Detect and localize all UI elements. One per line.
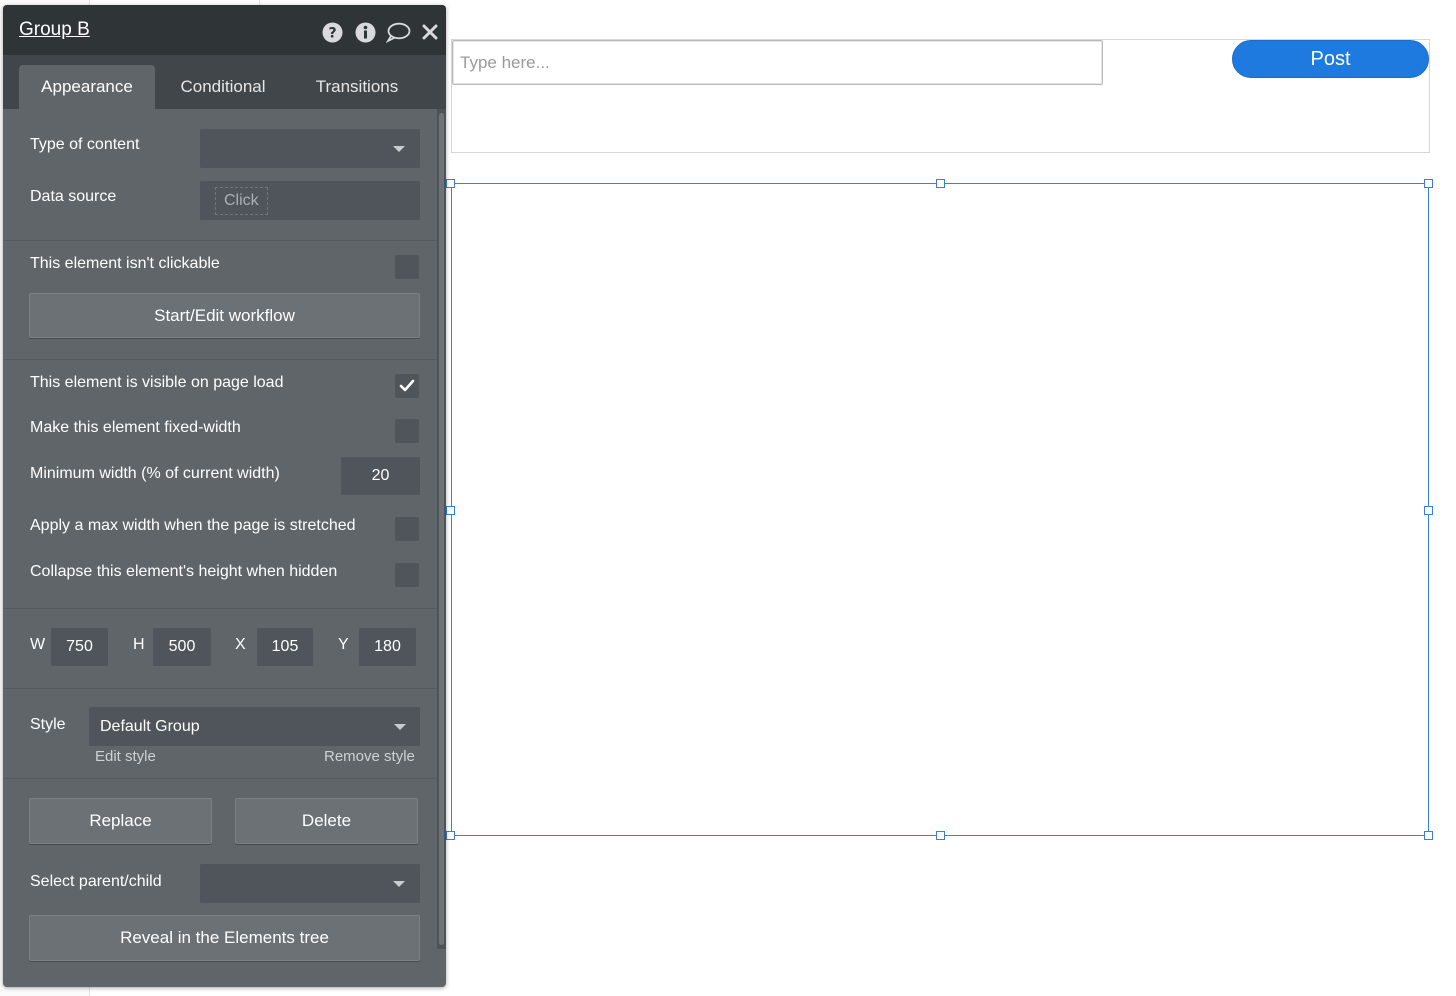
height-label: H — [133, 636, 145, 653]
x-label: X — [235, 636, 246, 653]
style-label: Style — [30, 716, 66, 733]
help-icon[interactable]: ? — [321, 21, 343, 43]
visible-on-load-label: This element is visible on page load — [30, 374, 284, 391]
x-input[interactable]: 105 — [257, 628, 313, 666]
data-source-click-chip[interactable]: Click — [215, 187, 268, 215]
tab-appearance[interactable]: Appearance — [19, 65, 155, 109]
type-of-content-label: Type of content — [30, 136, 140, 153]
type-of-content-dropdown[interactable] — [200, 129, 420, 168]
resize-handle-left[interactable] — [446, 506, 455, 515]
resize-handle-top-left[interactable] — [446, 179, 455, 188]
checkmark-icon — [399, 379, 415, 392]
collapse-height-checkbox[interactable] — [395, 563, 419, 587]
chevron-down-icon — [393, 881, 405, 887]
tab-conditional[interactable]: Conditional — [165, 65, 281, 109]
height-input[interactable]: 500 — [153, 628, 211, 666]
style-value: Default Group — [100, 717, 200, 735]
resize-handle-top[interactable] — [936, 179, 945, 188]
visible-on-load-checkbox[interactable] — [395, 374, 419, 398]
remove-style-link[interactable]: Remove style — [324, 748, 415, 765]
not-clickable-checkbox[interactable] — [395, 255, 419, 279]
panel-header: Group B ? — [3, 5, 446, 55]
resize-handle-bottom[interactable] — [936, 831, 945, 840]
tab-transitions[interactable]: Transitions — [299, 65, 415, 109]
property-editor-panel: Group B ? Appearance Conditional Transit… — [3, 5, 446, 987]
chevron-down-icon — [393, 146, 405, 152]
replace-button[interactable]: Replace — [29, 798, 212, 844]
comment-icon[interactable] — [385, 21, 411, 43]
fixed-width-label: Make this element fixed-width — [30, 419, 241, 436]
min-width-input[interactable]: 20 — [341, 457, 420, 495]
select-parent-child-label: Select parent/child — [30, 873, 162, 890]
section-divider — [3, 778, 437, 779]
svg-text:?: ? — [328, 25, 336, 41]
y-input[interactable]: 180 — [359, 628, 416, 666]
type-here-input[interactable] — [452, 40, 1103, 85]
min-width-label: Minimum width (% of current width) — [30, 465, 280, 482]
resize-handle-bottom-left[interactable] — [446, 831, 455, 840]
resize-handle-bottom-right[interactable] — [1424, 831, 1433, 840]
not-clickable-label: This element isn't clickable — [30, 255, 220, 272]
section-divider — [3, 359, 437, 360]
resize-handle-top-right[interactable] — [1424, 179, 1433, 188]
panel-title[interactable]: Group B — [19, 19, 90, 41]
fixed-width-checkbox[interactable] — [395, 419, 419, 443]
close-icon[interactable] — [419, 21, 441, 43]
max-width-label: Apply a max width when the page is stret… — [30, 517, 356, 534]
data-source-label: Data source — [30, 188, 117, 205]
select-parent-child-dropdown[interactable] — [200, 864, 420, 903]
y-label: Y — [338, 636, 349, 653]
width-input[interactable]: 750 — [51, 628, 108, 666]
reveal-in-elements-tree-button[interactable]: Reveal in the Elements tree — [29, 915, 420, 961]
group-b-selected-element[interactable] — [451, 183, 1429, 836]
section-divider — [3, 608, 437, 609]
max-width-checkbox[interactable] — [395, 517, 419, 541]
panel-tabs: Appearance Conditional Transitions — [3, 55, 446, 109]
resize-handle-right[interactable] — [1424, 506, 1433, 515]
chevron-down-icon — [394, 724, 406, 730]
style-dropdown[interactable]: Default Group — [89, 707, 420, 746]
collapse-height-label: Collapse this element's height when hidd… — [30, 563, 338, 580]
post-button[interactable]: Post — [1232, 40, 1429, 78]
section-divider — [3, 240, 437, 241]
width-label: W — [30, 636, 46, 653]
info-icon[interactable] — [354, 21, 376, 43]
start-edit-workflow-button[interactable]: Start/Edit workflow — [29, 293, 420, 338]
delete-button[interactable]: Delete — [235, 798, 418, 844]
panel-scrollbar-thumb[interactable] — [439, 113, 444, 945]
section-divider — [3, 688, 437, 689]
edit-style-link[interactable]: Edit style — [95, 748, 156, 765]
